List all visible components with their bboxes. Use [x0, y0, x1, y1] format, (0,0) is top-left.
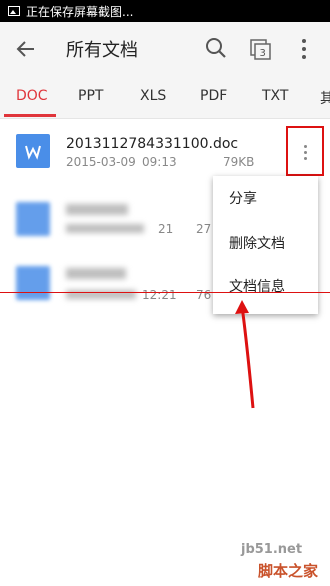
doc-file-icon [16, 134, 50, 168]
annotation-arrow-icon [235, 300, 255, 409]
file-row[interactable]: 2013112784331100.doc 2015-03-09 09:13 79… [0, 124, 330, 184]
file-name: 2013112784331100.doc [66, 136, 239, 152]
annotation-line [0, 292, 330, 293]
more-vertical-icon[interactable] [296, 37, 312, 61]
file-type-tabs: DOC PPT XLS PDF TXT 其 [0, 76, 330, 119]
tab-xls[interactable]: XLS [140, 88, 166, 104]
active-tab-indicator [4, 114, 56, 117]
file-time: 21 [158, 222, 174, 236]
file-time: 09:13 [142, 155, 177, 169]
image-icon [8, 6, 20, 16]
file-context-menu: 分享 删除文档 文档信息 [213, 176, 318, 314]
search-icon[interactable] [204, 36, 228, 60]
watermark-name: 脚本之家 [258, 562, 319, 580]
menu-item-share[interactable]: 分享 [229, 188, 257, 208]
blurred-file-name [66, 204, 128, 215]
tab-txt[interactable]: TXT [262, 88, 288, 104]
tab-pdf[interactable]: PDF [200, 88, 227, 104]
file-size: 76 [196, 288, 212, 302]
watermark-url: jb51.net [241, 542, 303, 557]
file-time: 12:21 [142, 288, 177, 302]
more-vertical-icon [304, 145, 307, 163]
tab-doc[interactable]: DOC [16, 88, 48, 104]
page-title: 所有文档 [66, 40, 138, 61]
file-size: 27 [196, 222, 212, 236]
svg-text:3: 3 [260, 48, 266, 59]
multi-select-icon[interactable]: 3 [249, 37, 273, 61]
file-date: 2015-03-09 [66, 155, 136, 169]
w-letter-icon [25, 145, 41, 160]
menu-item-doc-info[interactable]: 文档信息 [229, 276, 285, 296]
status-text: 正在保存屏幕截图... [26, 4, 134, 19]
file-size: 79KB [223, 155, 255, 169]
blurred-file-name [66, 268, 126, 279]
blurred-file-date [66, 224, 144, 233]
status-bar: 正在保存屏幕截图... [0, 0, 330, 22]
doc-file-icon [16, 266, 50, 300]
menu-item-delete[interactable]: 删除文档 [229, 233, 285, 253]
doc-file-icon [16, 202, 50, 236]
file-more-button[interactable] [286, 126, 324, 176]
app-header: 所有文档 3 [0, 22, 330, 76]
back-arrow-icon[interactable] [12, 36, 38, 62]
tab-ppt[interactable]: PPT [78, 88, 103, 104]
tab-other[interactable]: 其 [320, 88, 330, 108]
